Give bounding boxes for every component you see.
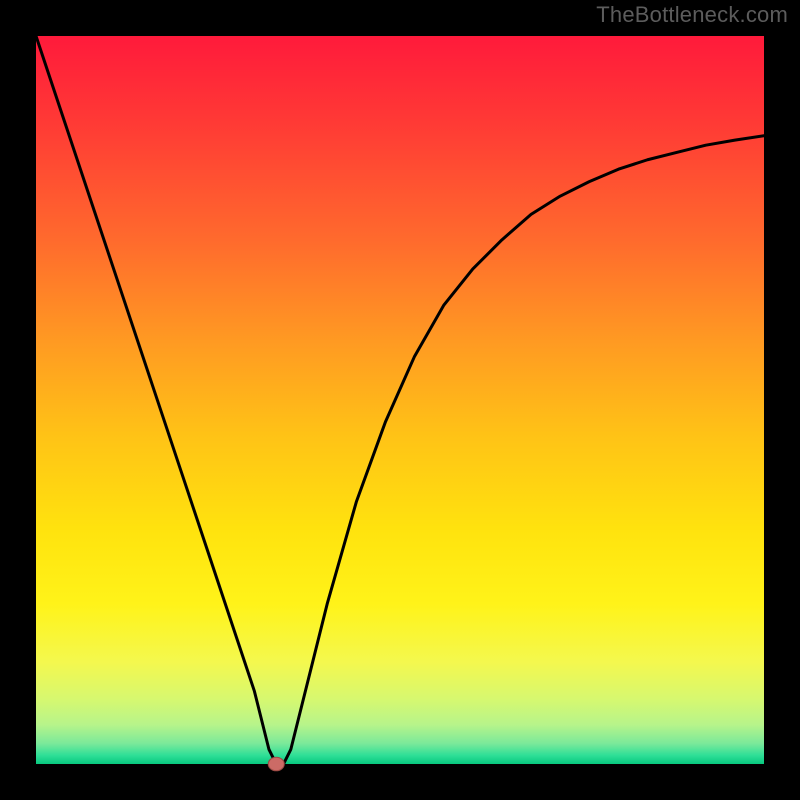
watermark-text: TheBottleneck.com (596, 2, 788, 28)
chart-svg (0, 0, 800, 800)
chart-container: { "watermark": "TheBottleneck.com", "cha… (0, 0, 800, 800)
chart-background-gradient (36, 36, 764, 764)
dip-point-marker (268, 757, 284, 771)
